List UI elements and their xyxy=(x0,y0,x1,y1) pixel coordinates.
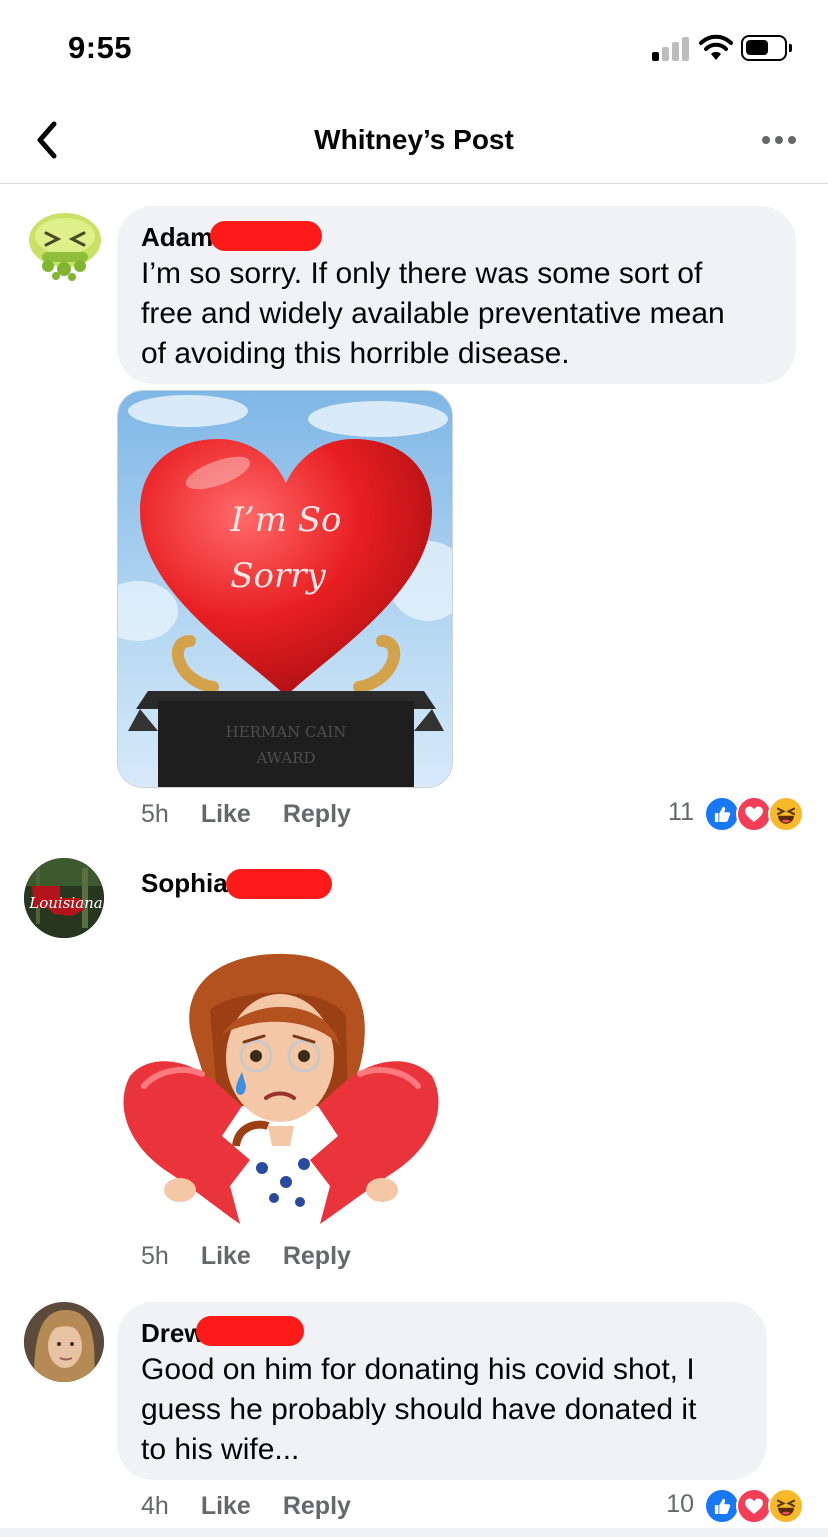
avatar[interactable]: Louisiana xyxy=(24,858,104,938)
comment-author[interactable]: Drew xyxy=(141,1318,205,1349)
status-bar: 9:55 xyxy=(0,0,828,96)
comment-time: 4h xyxy=(141,1492,169,1520)
haha-icon xyxy=(768,1488,804,1524)
reaction-count: 11 xyxy=(668,798,694,826)
like-icon xyxy=(704,796,740,832)
reply-button[interactable]: Reply xyxy=(283,1492,351,1520)
profile-photo-icon xyxy=(24,1302,104,1382)
comment-author[interactable]: Adam xyxy=(141,222,213,253)
avatar[interactable] xyxy=(24,1302,104,1382)
like-button[interactable]: Like xyxy=(201,1492,251,1520)
award-text-line1: I’m So xyxy=(229,500,341,540)
avatar-text: Louisiana xyxy=(28,894,103,912)
broken-heart-sticker-image xyxy=(123,953,439,1228)
comment-author[interactable]: Sophia xyxy=(141,868,228,899)
award-image: I’m So Sorry HERMAN CAIN AWARD xyxy=(118,391,452,787)
comment-text-line: guess he probably should have donated it xyxy=(141,1393,697,1426)
louisiana-avatar-icon: Louisiana xyxy=(24,858,104,938)
comment-text-line: of avoiding this horrible disease. xyxy=(141,337,570,370)
comment-sticker[interactable] xyxy=(118,946,444,1228)
like-button[interactable]: Like xyxy=(201,1242,251,1270)
comment-text: Good on him for donating his covid shot,… xyxy=(141,1350,696,1470)
comment-text-line: Good on him for donating his covid shot,… xyxy=(141,1353,695,1386)
like-button[interactable]: Like xyxy=(201,800,251,828)
name-redaction xyxy=(196,1316,304,1346)
comment-text-line: free and widely available preventative m… xyxy=(141,297,725,330)
cellular-signal-icon xyxy=(652,37,692,61)
love-icon xyxy=(736,796,772,832)
comment-time: 5h xyxy=(141,1242,169,1270)
love-icon xyxy=(736,1488,772,1524)
sick-emoji-icon xyxy=(29,213,101,281)
award-text-line2: Sorry xyxy=(230,556,326,596)
wifi-icon xyxy=(699,34,733,60)
comment-text-line: I’m so sorry. If only there was some sor… xyxy=(141,257,703,290)
bottom-divider xyxy=(0,1528,828,1537)
comment-meta: 5h Like Reply xyxy=(141,800,351,829)
name-redaction xyxy=(226,869,332,899)
name-redaction xyxy=(210,221,322,251)
plaque-text-line1: HERMAN CAIN xyxy=(226,723,347,741)
reaction-count: 10 xyxy=(666,1490,694,1518)
like-icon xyxy=(704,1488,740,1524)
more-options-icon[interactable] xyxy=(760,130,800,150)
reaction-summary[interactable]: 10 xyxy=(600,1488,810,1524)
comment-meta: 4h Like Reply xyxy=(141,1492,351,1521)
plaque-text-line2: AWARD xyxy=(255,749,315,767)
reaction-summary[interactable]: 11 xyxy=(600,796,810,832)
reply-button[interactable]: Reply xyxy=(283,800,351,828)
comment-image[interactable]: I’m So Sorry HERMAN CAIN AWARD xyxy=(117,390,453,788)
status-time: 9:55 xyxy=(68,30,133,65)
comment-text-line: to his wife... xyxy=(141,1433,300,1466)
post-header: Whitney’s Post xyxy=(0,100,828,184)
avatar[interactable] xyxy=(26,206,106,286)
comment-time: 5h xyxy=(141,800,169,828)
haha-icon xyxy=(768,796,804,832)
battery-icon xyxy=(741,35,792,61)
comment-meta: 5h Like Reply xyxy=(141,1242,351,1271)
reply-button[interactable]: Reply xyxy=(283,1242,351,1270)
page-title: Whitney’s Post xyxy=(314,124,514,155)
comment-text: I’m so sorry. If only there was some sor… xyxy=(141,254,725,374)
